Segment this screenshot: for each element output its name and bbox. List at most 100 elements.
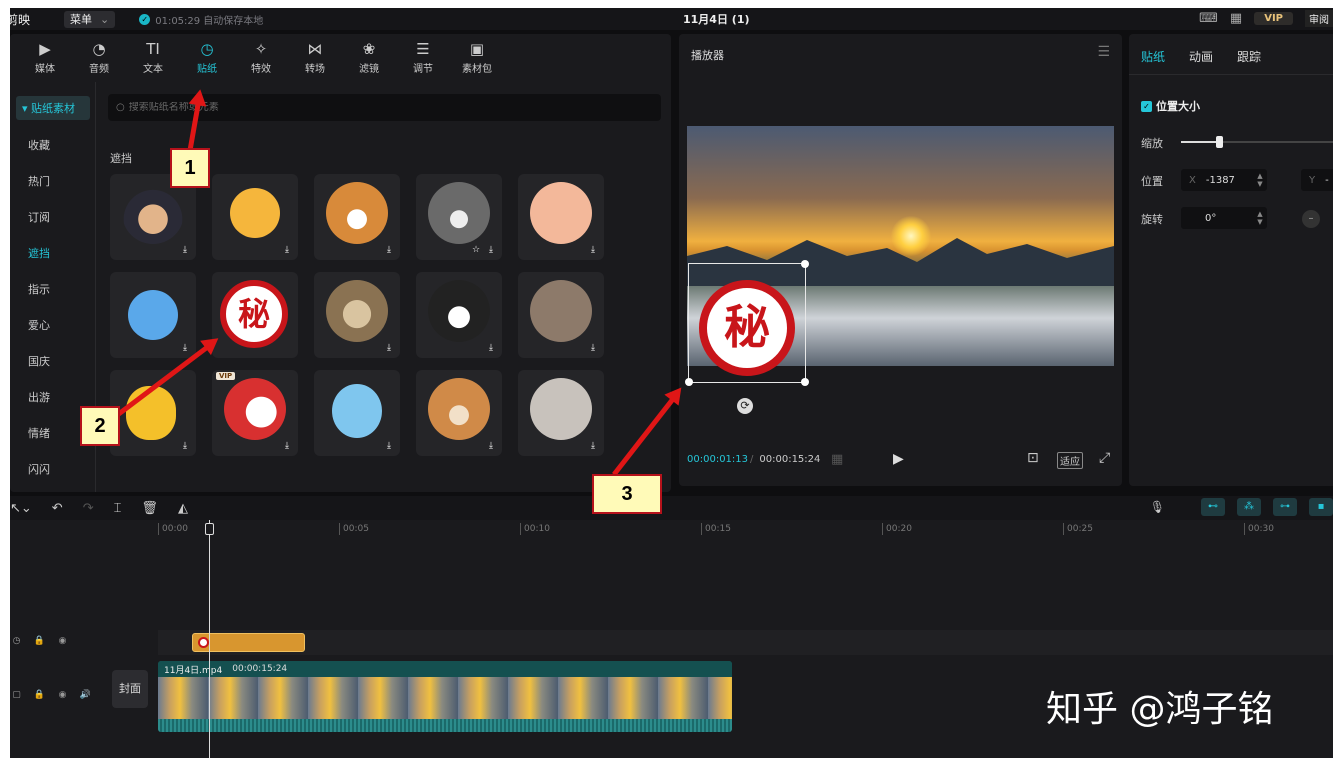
category-item[interactable]: 指示 bbox=[28, 272, 95, 308]
category-head[interactable]: ▾ 贴纸素材 bbox=[16, 96, 90, 120]
tab-media[interactable]: ▶ 媒体 bbox=[18, 34, 72, 78]
sticker-bulldog[interactable]: ⤓ bbox=[416, 272, 502, 358]
tab-text[interactable]: TI 文本 bbox=[126, 34, 180, 78]
ruler-tick: 00:15 bbox=[701, 523, 731, 535]
grid-icon[interactable]: ▦ bbox=[831, 452, 843, 467]
tab-adjust[interactable]: ☰ 调节 bbox=[396, 34, 450, 78]
check-icon: ✓ bbox=[1141, 100, 1152, 112]
slider-knob[interactable] bbox=[1216, 136, 1223, 148]
tab-audio[interactable]: ◔ 音频 bbox=[72, 34, 126, 78]
video-track-controls: ▢ 🔒 ◉ 🔊 bbox=[10, 690, 92, 700]
lock-icon[interactable]: 🔒 bbox=[33, 690, 46, 700]
sticker-secret[interactable]: 秘 bbox=[212, 272, 298, 358]
menu-icon[interactable]: ☰ bbox=[1097, 44, 1110, 60]
resize-handle[interactable] bbox=[685, 378, 693, 386]
tab-animation[interactable]: 动画 bbox=[1189, 48, 1213, 65]
selection-box[interactable] bbox=[685, 260, 809, 386]
split-icon[interactable]: ⌶ bbox=[114, 501, 122, 516]
crop-icon[interactable]: ⊡ bbox=[1027, 450, 1039, 466]
package-icon: ▣ bbox=[469, 40, 485, 58]
category-item[interactable]: 闪闪 bbox=[28, 452, 95, 488]
snap-icon[interactable]: ⁂ bbox=[1237, 498, 1261, 516]
download-icon[interactable]: ⤓ bbox=[383, 244, 395, 256]
resize-handle[interactable] bbox=[801, 260, 809, 268]
sticker-grey-cat[interactable]: ☆ ⤓ bbox=[416, 174, 502, 260]
review-button[interactable]: 审阅 bbox=[1305, 10, 1333, 27]
position-y-field[interactable]: Y- bbox=[1301, 169, 1333, 191]
sticker-yellow-face[interactable]: ⤓ bbox=[212, 174, 298, 260]
download-icon[interactable]: ⤓ bbox=[179, 342, 191, 354]
sticker-ginger-cat[interactable]: ⤓ bbox=[416, 370, 502, 456]
sticker-blue-egg[interactable]: ⤓ bbox=[314, 370, 400, 456]
eye-icon[interactable]: ◉ bbox=[56, 636, 69, 646]
mirror-icon[interactable]: ◭ bbox=[178, 501, 188, 516]
download-icon[interactable]: ⤓ bbox=[179, 244, 191, 256]
category-item[interactable]: 热门 bbox=[28, 164, 95, 200]
volume-icon[interactable]: 🔊 bbox=[79, 690, 92, 700]
sticker-baby[interactable]: ⤓ bbox=[518, 174, 604, 260]
sticker-phone-dog[interactable]: VIP ⤓ bbox=[212, 370, 298, 456]
keyboard-icon[interactable]: ⌨ bbox=[1199, 11, 1218, 26]
time-ruler[interactable]: 00:00 00:05 00:10 00:15 00:20 00:25 00:3… bbox=[158, 523, 1333, 537]
lock-icon[interactable]: 🔒 bbox=[33, 636, 46, 646]
tab-sticker-props[interactable]: 贴纸 bbox=[1141, 48, 1165, 65]
tab-filter[interactable]: ❀ 滤镜 bbox=[342, 34, 396, 78]
link-icon[interactable]: ⊶ bbox=[1273, 498, 1297, 516]
delete-icon[interactable]: 🗑 bbox=[141, 501, 158, 516]
playhead-handle[interactable] bbox=[205, 523, 214, 535]
star-icon[interactable]: ☆ bbox=[470, 244, 482, 256]
sticker-white-rabbit[interactable]: ⤓ bbox=[518, 370, 604, 456]
download-icon[interactable]: ⤓ bbox=[383, 342, 395, 354]
download-icon[interactable]: ⤓ bbox=[587, 342, 599, 354]
sticker-blue-face[interactable]: ⤓ bbox=[110, 272, 196, 358]
download-icon[interactable]: ⤓ bbox=[485, 440, 497, 452]
category-item[interactable]: 爱心 bbox=[28, 308, 95, 344]
tab-package[interactable]: ▣ 素材包 bbox=[450, 34, 504, 78]
category-item[interactable]: 国庆 bbox=[28, 344, 95, 380]
download-icon[interactable]: ⤓ bbox=[485, 244, 497, 256]
menu-button[interactable]: 菜单 ⌄ bbox=[64, 10, 116, 28]
fit-button[interactable]: 适应 bbox=[1057, 452, 1083, 469]
position-x-field[interactable]: X -1387 ▲ ▼ bbox=[1181, 169, 1267, 191]
rotate-icon[interactable]: ⟳ bbox=[737, 398, 753, 414]
play-icon[interactable]: ▶ bbox=[893, 451, 904, 467]
redo-icon[interactable]: ↷ bbox=[83, 501, 94, 516]
sticker-brown-rabbit[interactable]: ⤓ bbox=[518, 272, 604, 358]
vip-button[interactable]: VIP bbox=[1254, 12, 1293, 25]
yellow-face-art bbox=[230, 188, 280, 238]
rotate-dial-icon[interactable]: – bbox=[1302, 210, 1320, 228]
undo-icon[interactable]: ↶ bbox=[52, 501, 63, 516]
fullscreen-icon[interactable]: ⤢ bbox=[1099, 450, 1110, 466]
video-clip[interactable]: 11月4日.mp4 00:00:15:24 bbox=[158, 661, 732, 732]
scale-slider[interactable] bbox=[1181, 136, 1333, 148]
link-main-track-icon[interactable]: ⊷ bbox=[1201, 498, 1225, 516]
tab-transition[interactable]: ⋈ 转场 bbox=[288, 34, 342, 78]
resize-handle[interactable] bbox=[801, 378, 809, 386]
category-item[interactable]: 收藏 bbox=[28, 128, 95, 164]
download-icon[interactable]: ⤓ bbox=[485, 342, 497, 354]
preview-axis-icon[interactable]: ▪ bbox=[1309, 498, 1333, 516]
download-icon[interactable]: ⤓ bbox=[281, 244, 293, 256]
download-icon[interactable]: ⤓ bbox=[281, 440, 293, 452]
cursor-icon[interactable]: ↖⌄ bbox=[10, 501, 32, 516]
sticker-tabby-cat[interactable]: ⤓ bbox=[314, 272, 400, 358]
playhead[interactable] bbox=[209, 520, 210, 758]
microphone-icon[interactable]: 🎙 bbox=[1150, 500, 1165, 514]
cover-button[interactable]: 封面 bbox=[112, 670, 148, 708]
download-icon[interactable]: ⤓ bbox=[587, 244, 599, 256]
download-icon[interactable]: ⤓ bbox=[587, 440, 599, 452]
sticker-corgi[interactable]: ⤓ bbox=[314, 174, 400, 260]
tab-effects[interactable]: ✧ 特效 bbox=[234, 34, 288, 78]
rotate-field[interactable]: 0° ▲ ▼ bbox=[1181, 207, 1267, 229]
eye-icon[interactable]: ◉ bbox=[56, 690, 69, 700]
download-icon[interactable]: ⤓ bbox=[179, 440, 191, 452]
stepper-icon[interactable]: ▲ ▼ bbox=[1255, 172, 1265, 188]
layout-icon[interactable]: ▦ bbox=[1230, 11, 1242, 26]
pos-size-checkbox[interactable]: ✓ 位置大小 bbox=[1141, 98, 1200, 114]
tab-tracking[interactable]: 跟踪 bbox=[1237, 48, 1261, 65]
category-item[interactable]: 订阅 bbox=[28, 200, 95, 236]
stepper-icon[interactable]: ▲ ▼ bbox=[1255, 210, 1265, 226]
tab-sticker[interactable]: ◷ 贴纸 bbox=[180, 34, 234, 78]
download-icon[interactable]: ⤓ bbox=[383, 440, 395, 452]
category-item-active[interactable]: 遮挡 bbox=[28, 236, 95, 272]
